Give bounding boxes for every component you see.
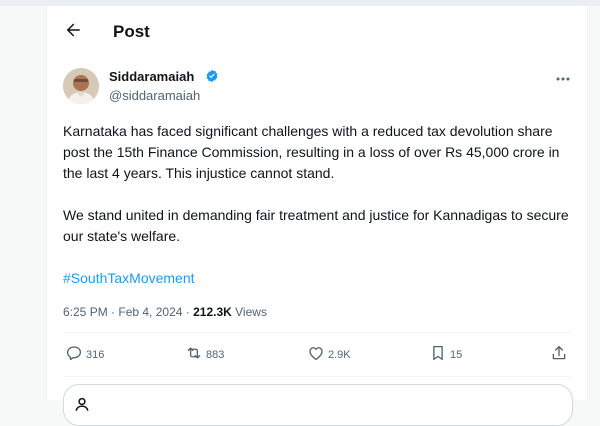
heart-icon xyxy=(307,344,325,367)
tweet-text: Karnataka has faced significant challeng… xyxy=(63,121,575,247)
more-options-button[interactable] xyxy=(553,70,573,84)
divider-bottom xyxy=(63,376,571,377)
bookmark-button[interactable]: 15 xyxy=(429,343,462,367)
bookmark-icon xyxy=(429,344,447,367)
tweet-meta: 6:25 PM · Feb 4, 2024 · 212.3K Views xyxy=(63,304,267,320)
page-title: Post xyxy=(113,22,150,41)
share-button[interactable] xyxy=(550,343,568,367)
bookmark-count: 15 xyxy=(450,349,463,361)
hashtag-link[interactable]: #SouthTaxMovement xyxy=(63,268,195,288)
reply-composer[interactable] xyxy=(63,384,573,426)
repost-icon xyxy=(185,344,203,367)
tweet-paragraph-2: We stand united in demanding fair treatm… xyxy=(63,207,569,244)
meta-separator: · xyxy=(182,305,194,319)
action-bar: 316 883 2.9K 15 xyxy=(47,343,587,367)
reply-count: 316 xyxy=(86,349,105,361)
repost-button[interactable]: 883 xyxy=(185,343,224,367)
views-count: 212.3K xyxy=(193,305,232,319)
verified-badge-icon xyxy=(205,69,219,83)
back-button[interactable] xyxy=(57,16,89,48)
tweet-date[interactable]: Feb 4, 2024 xyxy=(118,305,182,319)
post-column: Post Siddaramaiah @siddaramaiah Karnatak… xyxy=(46,6,588,426)
avatar[interactable] xyxy=(63,68,99,104)
tweet-paragraph-1: Karnataka has faced significant challeng… xyxy=(63,123,560,181)
views-label: Views xyxy=(231,305,267,319)
divider-top xyxy=(63,332,571,333)
more-dots-icon xyxy=(556,68,570,86)
reply-icon xyxy=(65,344,83,367)
like-count: 2.9K xyxy=(328,349,351,361)
tweet-time[interactable]: 6:25 PM xyxy=(63,305,108,319)
reply-button[interactable]: 316 xyxy=(65,343,104,367)
like-button[interactable]: 2.9K xyxy=(307,343,351,367)
author-handle[interactable]: @siddaramaiah xyxy=(109,88,200,104)
post-header: Post xyxy=(47,6,587,58)
repost-count: 883 xyxy=(206,349,225,361)
arrow-left-icon xyxy=(64,21,82,44)
meta-separator: · xyxy=(107,305,119,319)
author-display-name[interactable]: Siddaramaiah xyxy=(109,69,194,85)
share-icon xyxy=(550,344,568,367)
